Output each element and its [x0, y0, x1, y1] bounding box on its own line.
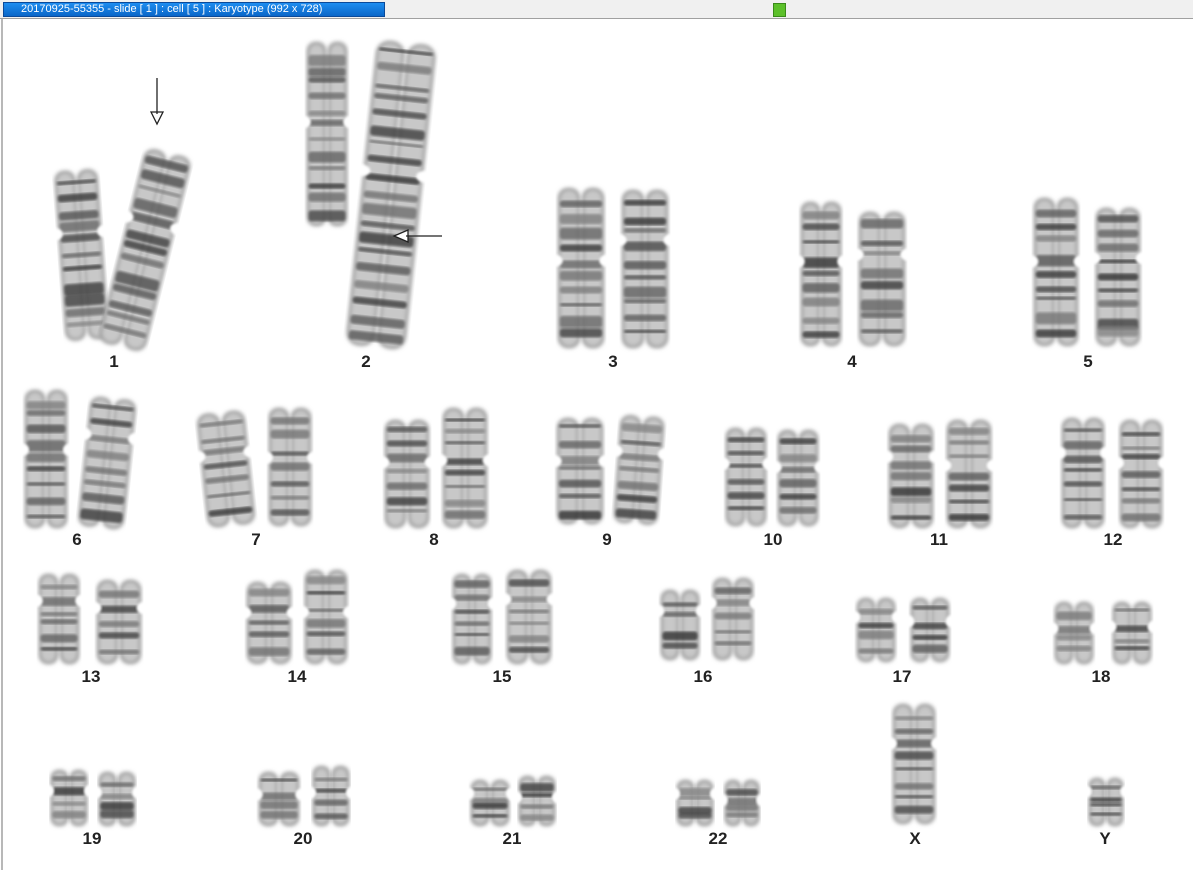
chromosome-6 [14, 390, 78, 528]
chromosome-label-9: 9 [602, 530, 612, 549]
chromosome-22 [667, 780, 723, 826]
chromosome-7 [258, 408, 322, 526]
chromosome-label-x: X [909, 829, 921, 848]
chromosome-6 [76, 396, 144, 530]
chromosome-label-12: 12 [1103, 530, 1123, 549]
chromosome-label-15: 15 [492, 667, 512, 686]
chromosome-label-7: 7 [251, 530, 261, 549]
chromosome-3 [547, 188, 615, 348]
chromosome-8 [432, 408, 498, 528]
chromosome-label-3: 3 [608, 352, 618, 371]
chromosome-16 [651, 590, 709, 660]
chromosome-4 [791, 202, 851, 346]
chromosome-12 [1051, 418, 1115, 528]
chromosome-label-14: 14 [287, 667, 307, 686]
chromosome-2 [346, 40, 436, 350]
chromosome-y [1080, 778, 1132, 826]
chromosome-label-1: 1 [109, 352, 119, 371]
chromosome-label-8: 8 [429, 530, 439, 549]
chromosome-label-11: 11 [930, 530, 948, 549]
chromosome-8 [374, 420, 440, 528]
chromosome-x [882, 704, 946, 824]
chromosome-9 [607, 415, 673, 525]
chromosome-16 [703, 578, 763, 660]
chromosome-15 [443, 574, 501, 664]
chromosome-13 [86, 580, 152, 664]
chromosome-label-21: 21 [502, 829, 522, 848]
chromosome-19 [89, 772, 145, 826]
chromosome-21 [509, 776, 565, 826]
chromosome-label-13: 13 [81, 667, 101, 686]
chromosome-11 [878, 424, 944, 528]
window-titlebar: 20170925-55355 - slide [ 1 ] : cell [ 5 … [0, 0, 1193, 19]
chromosome-label-19: 19 [82, 829, 102, 848]
chromosome-label-5: 5 [1083, 352, 1093, 371]
chromosome-4 [848, 212, 916, 346]
chromosome-label-4: 4 [847, 352, 857, 371]
chromosome-label-y: Y [1099, 829, 1111, 848]
chromosome-18 [1045, 602, 1103, 664]
chromosome-13 [29, 574, 89, 664]
chromosome-12 [1109, 420, 1173, 528]
arrow-down-icon [149, 78, 165, 126]
chromosome-9 [546, 418, 614, 524]
arrow-left-icon [392, 229, 442, 243]
chromosome-14 [294, 570, 358, 664]
chromosome-label-6: 6 [72, 530, 82, 549]
chromosome-19 [41, 770, 97, 826]
chromosome-label-2: 2 [361, 352, 371, 371]
chromosome-label-10: 10 [763, 530, 783, 549]
chromosome-14 [236, 582, 302, 664]
chromosome-20 [249, 772, 309, 826]
chromosome-5 [1085, 208, 1151, 346]
chromosome-22 [716, 780, 768, 826]
chromosome-20 [303, 766, 359, 826]
chromosome-15 [496, 570, 562, 664]
chromosome-18 [1103, 602, 1161, 664]
chromosome-7 [189, 410, 260, 528]
chromosome-10 [716, 428, 776, 526]
chromosome-label-22: 22 [708, 829, 728, 848]
chromosome-2 [297, 42, 357, 226]
window-title-tab[interactable]: 20170925-55355 - slide [ 1 ] : cell [ 5 … [3, 2, 385, 17]
chromosome-17 [847, 598, 905, 662]
chromosome-label-20: 20 [293, 829, 313, 848]
chromosome-3 [611, 190, 679, 348]
chromosome-11 [936, 420, 1002, 528]
status-indicator-icon[interactable] [773, 3, 786, 17]
chromosome-label-16: 16 [693, 667, 713, 686]
chromosome-10 [768, 430, 828, 526]
chromosome-1 [99, 149, 191, 351]
chromosome-label-18: 18 [1091, 667, 1111, 686]
chromosome-5 [1023, 198, 1089, 346]
chromosome-label-17: 17 [892, 667, 912, 686]
chromosome-17 [901, 598, 959, 662]
